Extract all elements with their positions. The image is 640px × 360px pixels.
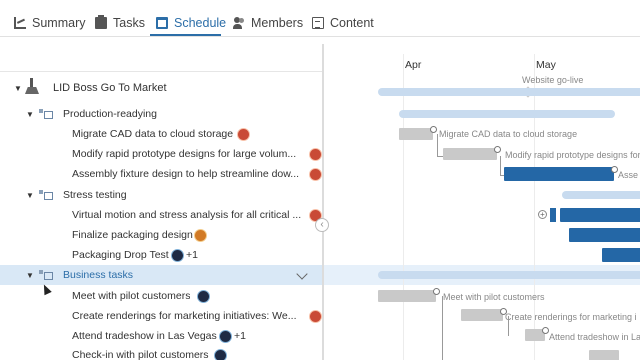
milestone-label: Website go-live	[522, 75, 584, 85]
task-row[interactable]: Create renderings for marketing initiati…	[0, 306, 322, 326]
task-name: Packaging Drop Test	[72, 249, 169, 261]
assignee-avatar[interactable]	[309, 147, 322, 161]
task-bar-label: Migrate CAD data to cloud storage	[439, 129, 578, 139]
group-name: Business tasks	[63, 269, 134, 281]
assignee-avatar[interactable]	[194, 228, 207, 242]
dependency-line	[442, 296, 443, 360]
project-name: LID Boss Go To Market	[53, 82, 167, 94]
task-bar[interactable]	[589, 350, 619, 360]
task-group-icon	[39, 270, 53, 280]
tab-schedule[interactable]: Schedule	[156, 14, 226, 32]
task-bar-label: Attend tradeshow in La	[549, 332, 640, 342]
task-bar[interactable]	[378, 290, 436, 302]
task-name: Finalize packaging design	[72, 229, 193, 241]
tab-members-label: Members	[251, 16, 304, 30]
project-icon	[24, 78, 40, 94]
tab-members[interactable]: Members	[233, 14, 303, 32]
task-row[interactable]: Migrate CAD data to cloud storage	[0, 124, 322, 144]
dependency-line	[437, 134, 438, 156]
task-name: Create renderings for marketing initiati…	[72, 310, 297, 322]
add-dependency-icon[interactable]: +	[538, 210, 547, 219]
task-bar[interactable]	[504, 167, 614, 181]
project-row[interactable]: ▼ LID Boss Go To Market	[0, 78, 322, 98]
group-summary-bar[interactable]	[399, 110, 615, 118]
task-row[interactable]: Modify rapid prototype designs for large…	[0, 144, 322, 164]
task-row[interactable]: Finalize packaging design	[0, 225, 322, 245]
group-row-production-readying[interactable]: ▼ Production-readying	[0, 104, 322, 124]
month-gridline	[403, 54, 404, 360]
clipboard-icon	[95, 15, 107, 29]
task-row[interactable]: Check-in with pilot customers	[0, 345, 322, 360]
group-row-business-tasks[interactable]: ▼ Business tasks	[0, 265, 322, 285]
task-row[interactable]: Attend tradeshow in Las Vegas +1	[0, 326, 322, 346]
task-name: Check-in with pilot customers	[72, 349, 209, 360]
grid-header-divider	[0, 71, 322, 72]
document-icon	[312, 17, 324, 29]
gantt-timeline[interactable]: Apr May Website go-live Migrate CAD data…	[324, 44, 640, 360]
assignee-avatar[interactable]	[214, 348, 227, 360]
task-name: Virtual motion and stress analysis for a…	[72, 209, 302, 221]
tab-summary-label: Summary	[32, 16, 86, 30]
assignee-avatar[interactable]	[309, 167, 322, 181]
month-label: May	[536, 59, 556, 71]
task-row[interactable]: Assembly fixture design to help streamli…	[0, 164, 322, 184]
extra-assignees-count[interactable]: +1	[234, 330, 246, 342]
group-summary-bar[interactable]	[562, 191, 640, 199]
task-bar[interactable]	[443, 148, 497, 160]
assignee-avatar[interactable]	[171, 248, 184, 262]
chevron-down-icon[interactable]: ▼	[13, 84, 23, 93]
people-icon	[233, 17, 245, 29]
task-name: Assembly fixture design to help streamli…	[72, 168, 300, 180]
task-name: Migrate CAD data to cloud storage	[72, 128, 234, 140]
chevron-down-icon[interactable]: ▼	[25, 191, 35, 200]
calendar-icon	[156, 17, 168, 29]
task-group-icon	[39, 109, 53, 119]
month-label: Apr	[405, 59, 422, 71]
task-bar-label: Modify rapid prototype designs for	[505, 150, 640, 160]
dependency-line	[508, 316, 509, 336]
tab-tasks[interactable]: Tasks	[95, 14, 145, 32]
task-name: Modify rapid prototype designs for large…	[72, 148, 297, 160]
task-bar-label: Meet with pilot customers	[443, 292, 545, 302]
group-row-stress-testing[interactable]: ▼ Stress testing	[0, 185, 322, 205]
pin-icon	[433, 288, 440, 295]
tab-schedule-label: Schedule	[174, 16, 227, 30]
assignee-avatar[interactable]	[237, 127, 250, 141]
assignee-avatar[interactable]	[309, 309, 322, 323]
active-tab-indicator	[150, 34, 221, 36]
assignee-avatar[interactable]	[197, 289, 210, 303]
task-bar[interactable]	[602, 248, 640, 262]
task-bar[interactable]	[569, 228, 640, 242]
group-summary-bar[interactable]	[378, 271, 640, 279]
dependency-line	[500, 156, 501, 176]
task-row[interactable]: Packaging Drop Test +1	[0, 245, 322, 265]
extra-assignees-count[interactable]: +1	[186, 249, 198, 261]
tab-tasks-label: Tasks	[113, 16, 145, 30]
pin-icon	[542, 327, 549, 334]
task-name: Meet with pilot customers	[72, 290, 191, 302]
chart-icon	[14, 17, 26, 29]
project-summary-bar[interactable]	[378, 88, 640, 96]
group-name: Stress testing	[63, 189, 127, 201]
task-group-icon	[39, 190, 53, 200]
task-row[interactable]: Virtual motion and stress analysis for a…	[0, 205, 322, 225]
pin-icon	[494, 146, 501, 153]
task-bar-label: Asse	[618, 170, 639, 180]
chevron-down-icon[interactable]: ▼	[25, 271, 35, 280]
tab-content[interactable]: Content	[312, 14, 374, 32]
task-name: Attend tradeshow in Las Vegas	[72, 330, 217, 342]
group-name: Production-readying	[63, 108, 157, 120]
tab-bar: Summary Tasks Schedule Members Content	[0, 0, 640, 37]
assignee-avatar[interactable]	[219, 329, 232, 343]
tab-content-label: Content	[330, 16, 374, 30]
tab-summary[interactable]: Summary	[14, 14, 85, 32]
task-bar[interactable]	[461, 309, 503, 321]
chevron-down-icon[interactable]: ▼	[25, 110, 35, 119]
task-bar[interactable]	[399, 128, 433, 140]
task-bar[interactable]	[560, 208, 640, 222]
task-bar-label: Create renderings for marketing i	[505, 312, 637, 322]
pin-icon	[611, 166, 618, 173]
pin-icon	[430, 126, 437, 133]
drag-handle[interactable]	[550, 208, 556, 222]
